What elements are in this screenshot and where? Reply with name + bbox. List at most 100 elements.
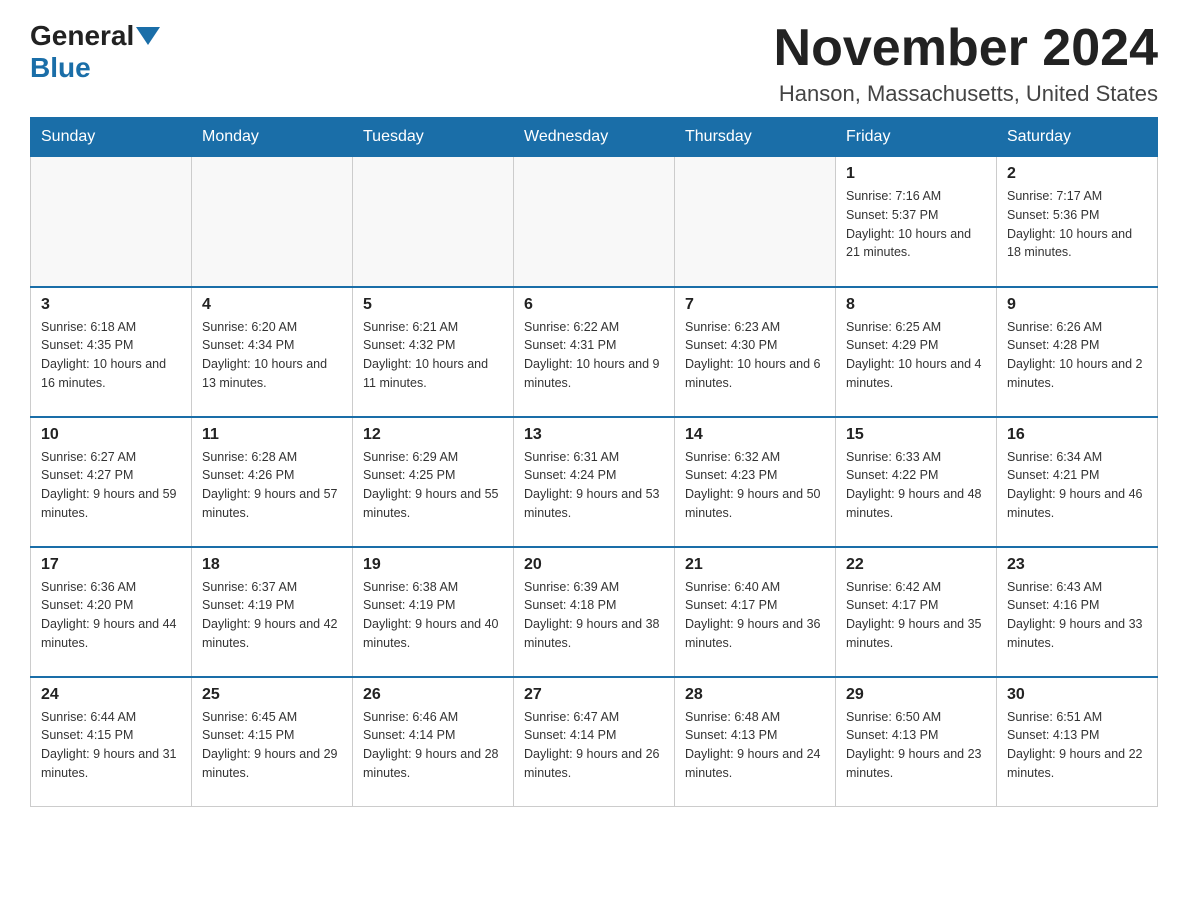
calendar-cell: 4 Sunrise: 6:20 AMSunset: 4:34 PMDaylight… bbox=[192, 287, 353, 417]
day-info: Sunrise: 6:23 AMSunset: 4:30 PMDaylight:… bbox=[685, 318, 825, 393]
day-number: 9 bbox=[1007, 296, 1147, 314]
day-number: 2 bbox=[1007, 165, 1147, 183]
calendar-cell: 12 Sunrise: 6:29 AMSunset: 4:25 PMDayligh… bbox=[353, 417, 514, 547]
day-number: 19 bbox=[363, 556, 503, 574]
day-info: Sunrise: 6:18 AMSunset: 4:35 PMDaylight:… bbox=[41, 318, 181, 393]
calendar-week-row-1: 3Sunrise: 6:18 AMSunset: 4:35 PMDaylight… bbox=[31, 287, 1158, 417]
page-header: General Blue November 2024 Hanson, Massa… bbox=[30, 20, 1158, 107]
day-number: 7 bbox=[685, 296, 825, 314]
day-number: 24 bbox=[41, 686, 181, 704]
day-info: Sunrise: 6:20 AMSunset: 4:34 PMDaylight:… bbox=[202, 318, 342, 393]
calendar-header-tuesday: Tuesday bbox=[353, 118, 514, 157]
day-number: 25 bbox=[202, 686, 342, 704]
day-number: 15 bbox=[846, 426, 986, 444]
calendar-header-wednesday: Wednesday bbox=[514, 118, 675, 157]
calendar-cell: 6 Sunrise: 6:22 AMSunset: 4:31 PMDaylight… bbox=[514, 287, 675, 417]
calendar-cell: 25 Sunrise: 6:45 AMSunset: 4:15 PMDayligh… bbox=[192, 677, 353, 807]
day-info: Sunrise: 6:32 AMSunset: 4:23 PMDaylight:… bbox=[685, 448, 825, 523]
day-info: Sunrise: 6:44 AMSunset: 4:15 PMDaylight:… bbox=[41, 708, 181, 783]
day-info: Sunrise: 6:45 AMSunset: 4:15 PMDaylight:… bbox=[202, 708, 342, 783]
day-number: 21 bbox=[685, 556, 825, 574]
day-number: 8 bbox=[846, 296, 986, 314]
day-number: 23 bbox=[1007, 556, 1147, 574]
day-number: 10 bbox=[41, 426, 181, 444]
day-info: Sunrise: 6:48 AMSunset: 4:13 PMDaylight:… bbox=[685, 708, 825, 783]
day-number: 16 bbox=[1007, 426, 1147, 444]
calendar-cell: 8 Sunrise: 6:25 AMSunset: 4:29 PMDaylight… bbox=[836, 287, 997, 417]
calendar-header-monday: Monday bbox=[192, 118, 353, 157]
calendar-header-thursday: Thursday bbox=[675, 118, 836, 157]
day-info: Sunrise: 6:43 AMSunset: 4:16 PMDaylight:… bbox=[1007, 578, 1147, 653]
day-info: Sunrise: 6:50 AMSunset: 4:13 PMDaylight:… bbox=[846, 708, 986, 783]
day-info: Sunrise: 6:33 AMSunset: 4:22 PMDaylight:… bbox=[846, 448, 986, 523]
calendar-cell: 1 Sunrise: 7:16 AMSunset: 5:37 PMDaylight… bbox=[836, 157, 997, 287]
day-number: 11 bbox=[202, 426, 342, 444]
calendar-cell: 17Sunrise: 6:36 AMSunset: 4:20 PMDayligh… bbox=[31, 547, 192, 677]
calendar-cell: 13Sunrise: 6:31 AMSunset: 4:24 PMDayligh… bbox=[514, 417, 675, 547]
calendar-header-row: SundayMondayTuesdayWednesdayThursdayFrid… bbox=[31, 118, 1158, 157]
calendar-cell: 28 Sunrise: 6:48 AMSunset: 4:13 PMDayligh… bbox=[675, 677, 836, 807]
day-info: Sunrise: 6:39 AMSunset: 4:18 PMDaylight:… bbox=[524, 578, 664, 653]
day-info: Sunrise: 6:29 AMSunset: 4:25 PMDaylight:… bbox=[363, 448, 503, 523]
logo-triangle-icon bbox=[136, 27, 160, 45]
day-number: 30 bbox=[1007, 686, 1147, 704]
calendar-cell: 20Sunrise: 6:39 AMSunset: 4:18 PMDayligh… bbox=[514, 547, 675, 677]
calendar-cell bbox=[31, 157, 192, 287]
location-title: Hanson, Massachusetts, United States bbox=[774, 81, 1158, 107]
title-block: November 2024 Hanson, Massachusetts, Uni… bbox=[774, 20, 1158, 107]
calendar-cell: 27 Sunrise: 6:47 AMSunset: 4:14 PMDayligh… bbox=[514, 677, 675, 807]
day-number: 4 bbox=[202, 296, 342, 314]
calendar-cell: 23 Sunrise: 6:43 AMSunset: 4:16 PMDayligh… bbox=[997, 547, 1158, 677]
day-number: 5 bbox=[363, 296, 503, 314]
day-info: Sunrise: 6:22 AMSunset: 4:31 PMDaylight:… bbox=[524, 318, 664, 393]
calendar-cell: 9Sunrise: 6:26 AMSunset: 4:28 PMDaylight… bbox=[997, 287, 1158, 417]
calendar-cell bbox=[353, 157, 514, 287]
calendar-cell: 19 Sunrise: 6:38 AMSunset: 4:19 PMDayligh… bbox=[353, 547, 514, 677]
day-info: Sunrise: 7:16 AMSunset: 5:37 PMDaylight:… bbox=[846, 187, 986, 262]
day-number: 22 bbox=[846, 556, 986, 574]
calendar-cell: 29 Sunrise: 6:50 AMSunset: 4:13 PMDayligh… bbox=[836, 677, 997, 807]
day-info: Sunrise: 6:21 AMSunset: 4:32 PMDaylight:… bbox=[363, 318, 503, 393]
day-info: Sunrise: 6:47 AMSunset: 4:14 PMDaylight:… bbox=[524, 708, 664, 783]
day-number: 6 bbox=[524, 296, 664, 314]
calendar-header-friday: Friday bbox=[836, 118, 997, 157]
calendar-header-sunday: Sunday bbox=[31, 118, 192, 157]
day-number: 13 bbox=[524, 426, 664, 444]
calendar-cell: 2 Sunrise: 7:17 AMSunset: 5:36 PMDaylight… bbox=[997, 157, 1158, 287]
month-title: November 2024 bbox=[774, 20, 1158, 77]
day-info: Sunrise: 6:34 AMSunset: 4:21 PMDaylight:… bbox=[1007, 448, 1147, 523]
calendar-cell: 30Sunrise: 6:51 AMSunset: 4:13 PMDayligh… bbox=[997, 677, 1158, 807]
day-info: Sunrise: 7:17 AMSunset: 5:36 PMDaylight:… bbox=[1007, 187, 1147, 262]
calendar-cell: 11Sunrise: 6:28 AMSunset: 4:26 PMDayligh… bbox=[192, 417, 353, 547]
calendar-week-row-4: 24 Sunrise: 6:44 AMSunset: 4:15 PMDayligh… bbox=[31, 677, 1158, 807]
day-info: Sunrise: 6:40 AMSunset: 4:17 PMDaylight:… bbox=[685, 578, 825, 653]
day-number: 18 bbox=[202, 556, 342, 574]
day-info: Sunrise: 6:42 AMSunset: 4:17 PMDaylight:… bbox=[846, 578, 986, 653]
calendar-cell bbox=[514, 157, 675, 287]
calendar-cell: 26Sunrise: 6:46 AMSunset: 4:14 PMDayligh… bbox=[353, 677, 514, 807]
logo-blue-text: Blue bbox=[30, 52, 91, 83]
day-info: Sunrise: 6:37 AMSunset: 4:19 PMDaylight:… bbox=[202, 578, 342, 653]
logo-general-text: General bbox=[30, 20, 134, 52]
calendar-header-saturday: Saturday bbox=[997, 118, 1158, 157]
day-number: 26 bbox=[363, 686, 503, 704]
day-number: 27 bbox=[524, 686, 664, 704]
day-info: Sunrise: 6:27 AMSunset: 4:27 PMDaylight:… bbox=[41, 448, 181, 523]
calendar-cell: 16 Sunrise: 6:34 AMSunset: 4:21 PMDayligh… bbox=[997, 417, 1158, 547]
day-info: Sunrise: 6:36 AMSunset: 4:20 PMDaylight:… bbox=[41, 578, 181, 653]
calendar-cell: 22 Sunrise: 6:42 AMSunset: 4:17 PMDayligh… bbox=[836, 547, 997, 677]
calendar-table: SundayMondayTuesdayWednesdayThursdayFrid… bbox=[30, 117, 1158, 807]
day-number: 14 bbox=[685, 426, 825, 444]
calendar-week-row-0: 1 Sunrise: 7:16 AMSunset: 5:37 PMDaylight… bbox=[31, 157, 1158, 287]
day-number: 1 bbox=[846, 165, 986, 183]
calendar-cell: 18 Sunrise: 6:37 AMSunset: 4:19 PMDayligh… bbox=[192, 547, 353, 677]
calendar-cell: 24 Sunrise: 6:44 AMSunset: 4:15 PMDayligh… bbox=[31, 677, 192, 807]
calendar-cell: 14 Sunrise: 6:32 AMSunset: 4:23 PMDayligh… bbox=[675, 417, 836, 547]
day-number: 29 bbox=[846, 686, 986, 704]
day-number: 28 bbox=[685, 686, 825, 704]
day-info: Sunrise: 6:25 AMSunset: 4:29 PMDaylight:… bbox=[846, 318, 986, 393]
day-info: Sunrise: 6:38 AMSunset: 4:19 PMDaylight:… bbox=[363, 578, 503, 653]
calendar-cell: 15 Sunrise: 6:33 AMSunset: 4:22 PMDayligh… bbox=[836, 417, 997, 547]
calendar-cell: 5 Sunrise: 6:21 AMSunset: 4:32 PMDaylight… bbox=[353, 287, 514, 417]
day-number: 12 bbox=[363, 426, 503, 444]
